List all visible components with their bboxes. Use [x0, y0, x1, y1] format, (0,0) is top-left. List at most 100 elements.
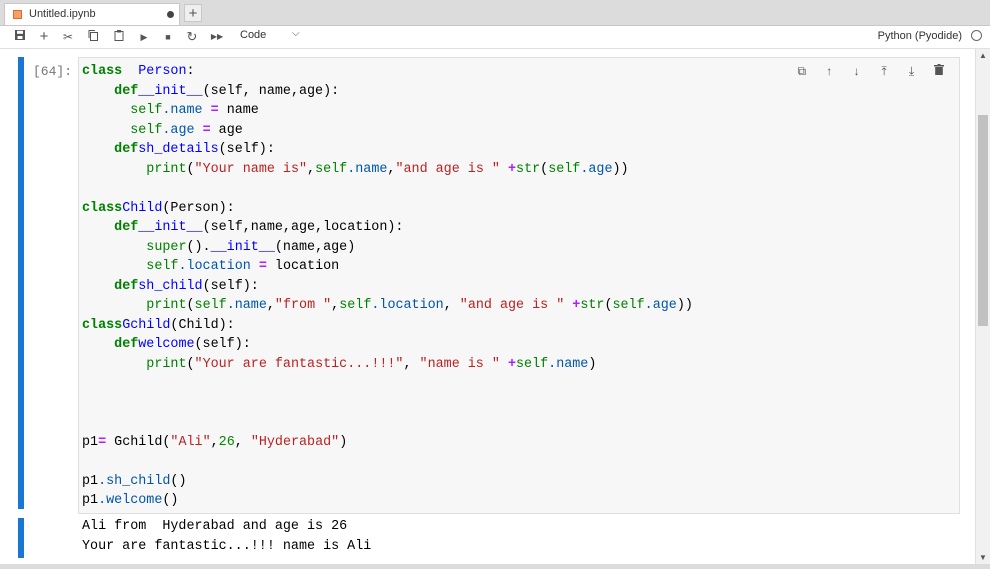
insert-below-icon[interactable]: ⤓ [904, 63, 920, 79]
code-token: "Hyderabad" [250, 434, 340, 450]
code-token: "from " [274, 298, 332, 313]
code-token: = [98, 434, 107, 450]
new-tab-button[interactable]: + [184, 4, 202, 22]
code-line[interactable] [82, 452, 693, 472]
vertical-scrollbar[interactable]: ▲ ▼ [975, 49, 990, 564]
code-line[interactable]: p1= Gchild("Ali",26, "Hyderabad") [82, 433, 693, 453]
move-down-icon[interactable]: ↓ [849, 63, 865, 79]
code-line[interactable]: p1.welcome() [82, 491, 693, 511]
scroll-up-icon[interactable]: ▲ [979, 51, 987, 60]
code-line[interactable] [82, 413, 693, 433]
execution-count: [64]: [33, 64, 73, 79]
unsaved-indicator-icon[interactable] [167, 11, 174, 18]
code-line[interactable]: p1.sh_child() [82, 472, 693, 492]
code-token: )) [612, 161, 629, 177]
code-token: (self): [218, 142, 275, 157]
code-token: .name [548, 356, 589, 372]
tab-bar: Untitled.ipynb + [0, 0, 990, 26]
code-token: class [82, 317, 123, 333]
code-token: ( [604, 298, 613, 313]
notebook-tab[interactable]: Untitled.ipynb [4, 3, 180, 25]
duplicate-cell-icon[interactable]: ⧉ [794, 63, 810, 79]
code-token: (self): [202, 278, 259, 294]
add-icon[interactable]: + [36, 29, 52, 45]
code-token: (name,age) [274, 239, 356, 255]
code-token: "name is " [419, 356, 500, 372]
code-line[interactable] [82, 179, 693, 199]
code-line[interactable]: self.location = location [82, 257, 693, 277]
scrollbar-thumb[interactable] [978, 115, 988, 326]
kernel-name[interactable]: Python (Pyodide) [878, 30, 962, 42]
output-collapser[interactable] [18, 518, 24, 558]
code-line[interactable]: print(self.name,"from ",self.location, "… [82, 296, 693, 316]
code-token: "Ali" [170, 434, 211, 450]
code-token: def [114, 83, 139, 99]
input-collapser[interactable] [18, 57, 24, 509]
code-line[interactable]: def__init__(self,name,age,location): [82, 218, 693, 238]
code-token: 26 [218, 434, 235, 450]
save-icon[interactable] [12, 29, 28, 45]
code-token: .name [226, 298, 267, 313]
status-strip [0, 564, 990, 569]
copy-icon[interactable] [85, 29, 101, 45]
code-token: class [82, 64, 123, 79]
code-token: .welcome [98, 493, 163, 508]
code-line[interactable]: classGchild(Child): [82, 316, 693, 336]
code-token: , [331, 298, 340, 313]
code-editor[interactable]: ⧉ ↑ ↓ ⤒ ⤓ class Person: def__init__(self… [78, 57, 960, 514]
chevron-down-icon[interactable]: ⌵ [292, 28, 300, 39]
code-token: , [443, 298, 460, 313]
code-line[interactable]: print("Your name is",self.name,"and age … [82, 160, 693, 180]
code-line[interactable]: print("Your are fantastic...!!!", "name … [82, 355, 693, 375]
code-token: self [315, 161, 348, 177]
code-token: self [548, 161, 581, 177]
code-token: def [114, 337, 139, 352]
notebook-toolbar: + ✂ ▶ ■ ↻ ▶▶ Code ⌵ Python (Pyodide) [0, 26, 990, 49]
delete-cell-icon[interactable] [931, 63, 947, 79]
run-icon[interactable]: ▶ [136, 29, 152, 45]
code-line[interactable]: classChild(Person): [82, 199, 693, 219]
code-line[interactable]: self.name = name [82, 101, 693, 121]
cut-icon[interactable]: ✂ [60, 29, 76, 45]
paste-icon[interactable] [111, 29, 127, 45]
insert-above-icon[interactable]: ⤒ [876, 63, 892, 79]
cell-output: Ali from Hyderabad and age is 26 Your ar… [82, 517, 371, 556]
code-token: p1 [82, 493, 99, 508]
code-token: class [82, 200, 123, 216]
code-token: Child [122, 200, 163, 216]
code-token: age [210, 122, 243, 138]
code-token: Gchild [122, 317, 171, 333]
code-line[interactable] [82, 374, 693, 394]
code-line[interactable]: class Person: [82, 62, 693, 82]
cell-type-select[interactable]: Code [240, 29, 266, 41]
output-line: Your are fantastic...!!! name is Ali [82, 538, 372, 554]
code-line[interactable]: defsh_child(self): [82, 277, 693, 297]
code-token: p1 [82, 473, 99, 489]
code-line[interactable]: def__init__(self, name,age): [82, 82, 693, 102]
code-line[interactable] [82, 394, 693, 414]
code-token: ( [186, 356, 195, 372]
code-token: p1 [82, 434, 99, 450]
code-line[interactable]: super().__init__(name,age) [82, 238, 693, 258]
move-up-icon[interactable]: ↑ [821, 63, 837, 79]
code-line[interactable]: defwelcome(self): [82, 335, 693, 355]
code-line[interactable]: self.age = age [82, 121, 693, 141]
code-line[interactable]: defsh_details(self): [82, 140, 693, 160]
run-all-icon[interactable]: ▶▶ [209, 29, 225, 45]
restart-icon[interactable]: ↻ [184, 29, 200, 45]
code-token: .location [178, 259, 251, 274]
code-token: (Child): [170, 317, 235, 333]
scroll-down-icon[interactable]: ▼ [979, 553, 987, 562]
code-token: (self): [194, 337, 251, 352]
stop-icon[interactable]: ■ [160, 29, 176, 45]
code-token: __init__ [138, 83, 203, 99]
code-token: def [114, 278, 139, 294]
code-content[interactable]: class Person: def__init__(self, name,age… [82, 62, 693, 511]
